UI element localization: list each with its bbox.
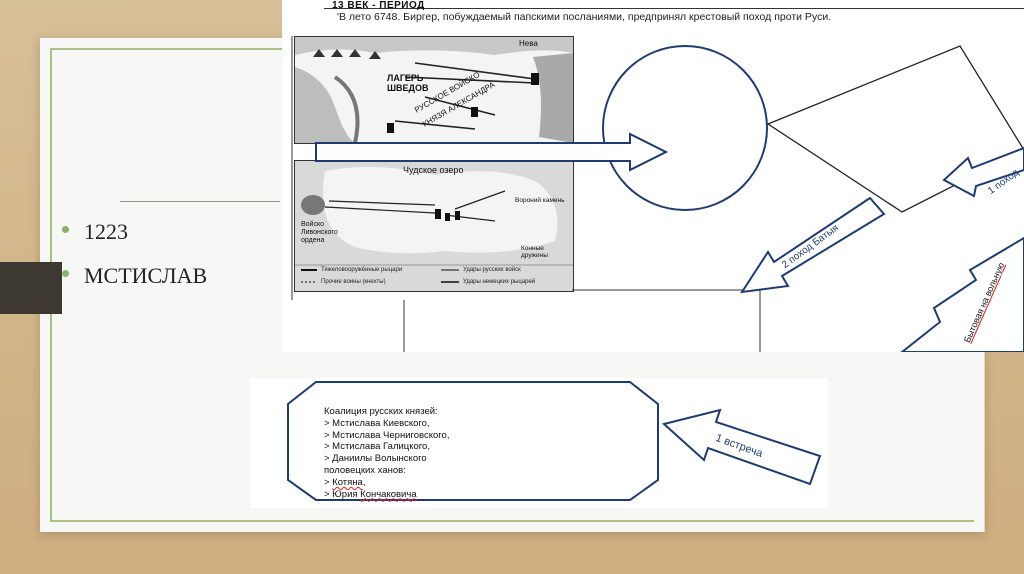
coalition-line: половецких ханов: [324,464,406,476]
coalition-line: > Юрия Кончаковича [324,489,449,501]
accent-bar [0,262,62,314]
bullet-dot-icon [62,226,69,233]
map-label-druzhiny: Конные дружины [521,245,548,259]
coalition-line: Коалиция русских князей: [324,406,438,417]
coalition-line: > Котяна, [324,477,449,489]
coalition-name: Котяна [332,476,363,488]
coalition-image: Коалиция русских князей: > Мстислава Кие… [250,378,828,508]
coalition-suffix: , [362,476,366,488]
bullet-dot-icon [62,270,69,277]
map-label-neva: Нева [519,39,538,48]
neva-map-drawing [295,37,573,143]
coalition-text: Коалиция русских князей: > Мстислава Кие… [324,406,449,500]
neva-battle-map: Нева ЛАГЕРЬ ШВЕДОВ РУССКОЕ ВОЙСКО КНЯЗЯ … [294,36,574,144]
map-label-vorony: Вороний камень [515,197,565,204]
map-label-lake: Чудское озеро [403,165,464,175]
coalition-prefix: > [324,476,333,488]
bullet-item: МСТИСЛАВ [56,264,207,308]
scanned-worksheet-image: 13 ВЕК - ПЕРИОД 'В лето 6748. Биргер, по… [282,0,1024,352]
arrow-label-pohod2: 2 поход Батыя [780,222,841,271]
coalition-frame: Коалиция русских князей: > Мстислава Кие… [286,380,660,502]
bullet-text: 1223 [84,219,128,244]
map-label-lager: ЛАГЕРЬ [387,73,424,83]
arrow-label-pohod1: 1 поход [986,167,1022,197]
legend-german-strikes: Удары немецких рыцарей [463,279,536,285]
coalition-prefix: > Юрия [324,488,361,500]
bullet-text: МСТИСЛАВ [84,263,208,288]
worksheet-title: 13 ВЕК - ПЕРИОД [332,0,425,11]
coalition-line: > Мстислава Черниговского, [324,429,450,441]
map-label-shvedov: ШВЕДОВ [387,83,429,93]
header-table-line [324,0,1024,9]
legend-other-warriors: Прочие воины (кнехты) [321,279,386,285]
bullet-item: 1223 [56,220,207,264]
slide-border-bottom [50,520,974,522]
legend-heavy-knights: Тяжеловооружённые рыцари [321,267,403,273]
legend-russian-strikes: Удары русских войск [463,267,521,273]
title-separator [120,201,280,202]
bullet-list: 1223 МСТИСЛАВ [56,220,207,308]
map-label-livonian: Войско Ливонского ордена [301,221,338,244]
coalition-line: > Мстислава Киевского, [324,417,430,429]
worksheet-quote: 'В лето 6748. Биргер, побуждаемый папски… [337,11,832,23]
arrow-label-side: Бытовая на вольную [962,260,1007,345]
ice-battle-map: Чудское озеро Войско Ливонского ордена В… [294,160,574,292]
coalition-name: Кончаковича [360,488,417,500]
coalition-line: > Даниилы Волынского [324,453,427,465]
coalition-line: > Мстислава Галицкого, [324,441,430,453]
